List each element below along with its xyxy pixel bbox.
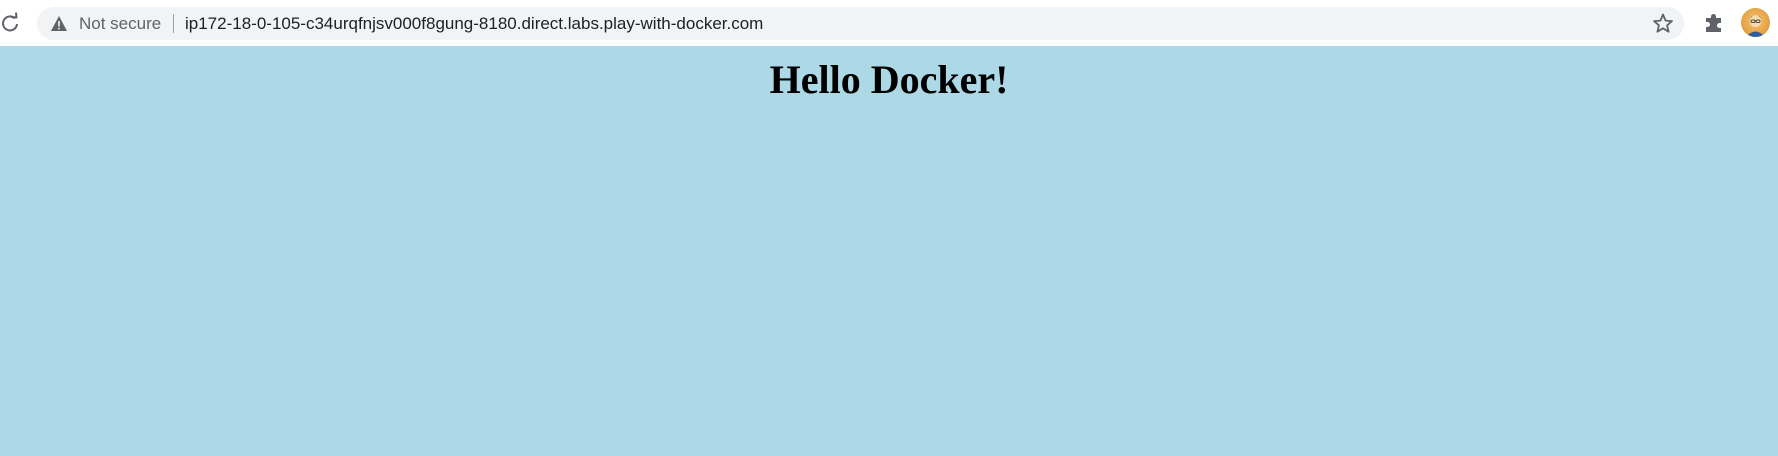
- address-bar[interactable]: Not secure ip172-18-0-105-c34urqfnjsv000…: [37, 7, 1684, 40]
- url-text[interactable]: ip172-18-0-105-c34urqfnjsv000f8gung-8180…: [185, 14, 763, 34]
- avatar[interactable]: [1741, 8, 1770, 37]
- warning-icon[interactable]: [50, 15, 68, 32]
- reload-icon[interactable]: [0, 12, 20, 34]
- browser-toolbar: Not secure ip172-18-0-105-c34urqfnjsv000…: [0, 0, 1778, 46]
- puzzle-icon[interactable]: [1703, 12, 1725, 34]
- divider: [173, 14, 174, 33]
- star-icon[interactable]: [1652, 13, 1674, 34]
- page-title: Hello Docker!: [769, 57, 1009, 102]
- page-viewport: Hello Docker!: [0, 46, 1778, 456]
- security-label[interactable]: Not secure: [79, 14, 161, 34]
